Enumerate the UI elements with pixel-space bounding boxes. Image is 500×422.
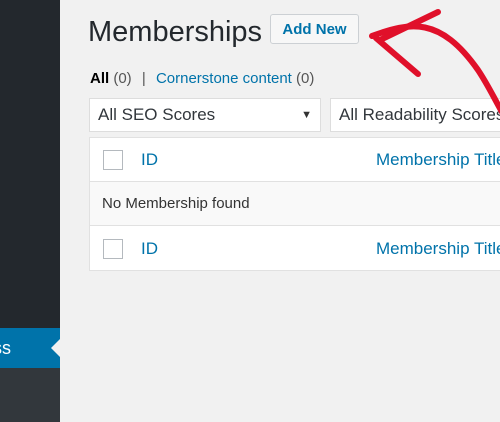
sidebar-submenu [0,368,60,422]
view-all-link[interactable]: All [90,70,109,87]
add-new-button[interactable]: Add New [270,14,359,44]
sidebar-item-label: ss [0,338,11,358]
column-header-title[interactable]: Membership Title [376,138,500,182]
table-row: No Membership found [90,182,500,226]
view-filters: All (0) | Cornerstone content (0) [90,70,314,87]
view-separator: | [141,70,146,87]
table-header-row: ID Membership Title [90,138,500,182]
column-header-id[interactable]: ID [141,138,158,182]
memberships-table: ID Membership Title No Membership found … [89,137,500,271]
page-title: Memberships [88,16,263,48]
caret-down-icon: ▼ [301,109,312,121]
column-footer-id[interactable]: ID [141,227,158,271]
table-footer-row: ID Membership Title [90,227,500,271]
screen: ss Memberships Add New All (0) | Corners… [0,0,500,422]
column-footer-title[interactable]: Membership Title [376,227,500,271]
seo-score-filter-value: All SEO Scores [98,105,216,124]
sidebar-active-pointer [51,339,60,357]
select-all-checkbox[interactable] [103,150,123,170]
select-all-checkbox-footer[interactable] [103,239,123,259]
empty-message: No Membership found [102,195,250,212]
view-cornerstone-count: (0) [296,70,315,87]
view-all-count: (0) [113,70,132,87]
readability-score-filter-select[interactable]: All Readability Scores [330,98,500,132]
readability-score-filter-value: All Readability Scores [339,105,500,124]
seo-score-filter-select[interactable]: All SEO Scores ▼ [89,98,321,132]
view-cornerstone-link[interactable]: Cornerstone content [156,70,292,87]
